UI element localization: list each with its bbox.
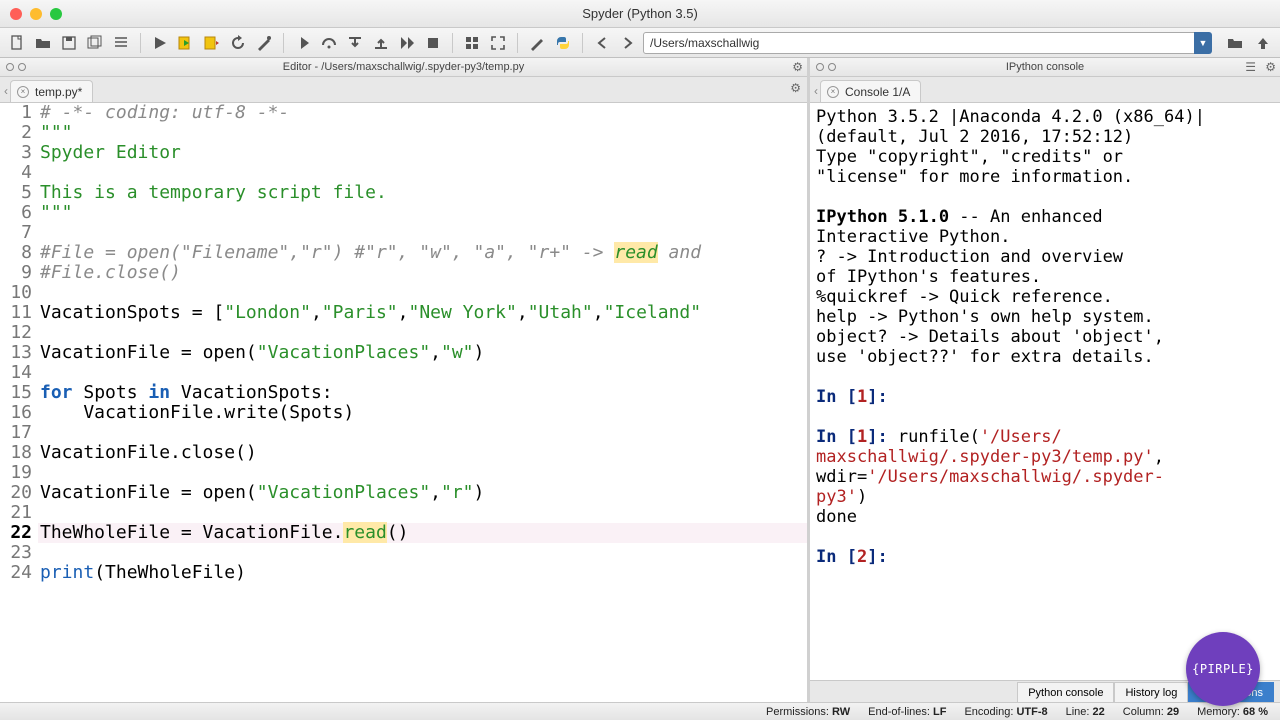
pane-float-icon[interactable]: [828, 63, 836, 71]
parent-dir-icon[interactable]: [1252, 32, 1274, 54]
tab-close-icon[interactable]: ×: [827, 86, 839, 98]
zoom-window-icon[interactable]: [50, 8, 62, 20]
pane-close-icon[interactable]: [816, 63, 824, 71]
minimize-window-icon[interactable]: [30, 8, 42, 20]
editor-tab[interactable]: × temp.py*: [10, 80, 93, 102]
grid-icon[interactable]: [461, 32, 483, 54]
status-memory: Memory: 68 %: [1197, 706, 1268, 718]
pirple-badge: {PIRPLE}: [1186, 632, 1260, 706]
pane-close-icon[interactable]: [6, 63, 14, 71]
editor-tabbar: ‹ × temp.py* ⚙: [0, 77, 807, 103]
console-tabbar: ‹ × Console 1/A: [810, 77, 1280, 103]
window-titlebar: Spyder (Python 3.5): [0, 0, 1280, 28]
console-panel: IPython console ☰ ⚙ ‹ × Console 1/A Pyth…: [810, 58, 1280, 702]
code-editor[interactable]: 123456789101112131415161718192021222324 …: [0, 103, 807, 702]
save-all-icon[interactable]: [84, 32, 106, 54]
step-out-icon[interactable]: [370, 32, 392, 54]
editor-tab-options-icon[interactable]: ⚙: [790, 81, 801, 95]
console-tab[interactable]: × Console 1/A: [820, 80, 921, 102]
save-icon[interactable]: [58, 32, 80, 54]
list-icon[interactable]: [110, 32, 132, 54]
tab-close-icon[interactable]: ×: [17, 86, 29, 98]
console-tab-list-icon[interactable]: ☰: [1245, 60, 1256, 74]
status-line: Line: 22: [1066, 706, 1105, 718]
rerun-icon[interactable]: [227, 32, 249, 54]
step-into-icon[interactable]: [344, 32, 366, 54]
preferences-icon[interactable]: [526, 32, 548, 54]
ipython-console[interactable]: Python 3.5.2 |Anaconda 4.2.0 (x86_64)|(d…: [810, 103, 1280, 680]
run-cell-advance-icon[interactable]: [201, 32, 223, 54]
back-icon[interactable]: [591, 32, 613, 54]
continue-icon[interactable]: [396, 32, 418, 54]
window-title: Spyder (Python 3.5): [0, 6, 1280, 21]
tab-label: temp.py*: [35, 85, 82, 99]
status-encoding: Encoding: UTF-8: [964, 706, 1047, 718]
tab-python-console[interactable]: Python console: [1017, 682, 1114, 702]
status-bar: Permissions: RW End-of-lines: LF Encodin…: [0, 702, 1280, 720]
console-pane-header: IPython console ☰ ⚙: [810, 58, 1280, 77]
close-window-icon[interactable]: [10, 8, 22, 20]
main-panels: Editor - /Users/maxschallwig/.spyder-py3…: [0, 58, 1280, 702]
maximize-pane-icon[interactable]: [487, 32, 509, 54]
debug-play-icon[interactable]: [292, 32, 314, 54]
pane-float-icon[interactable]: [18, 63, 26, 71]
browse-dir-icon[interactable]: [1224, 32, 1246, 54]
editor-options-icon[interactable]: ⚙: [792, 60, 803, 74]
editor-panel: Editor - /Users/maxschallwig/.spyder-py3…: [0, 58, 810, 702]
traffic-lights: [0, 8, 62, 20]
tab-history-log[interactable]: History log: [1114, 682, 1188, 702]
python-path-icon[interactable]: [552, 32, 574, 54]
open-file-icon[interactable]: [32, 32, 54, 54]
editor-pane-header: Editor - /Users/maxschallwig/.spyder-py3…: [0, 58, 807, 77]
run-icon[interactable]: [149, 32, 171, 54]
new-file-icon[interactable]: [6, 32, 28, 54]
forward-icon[interactable]: [617, 32, 639, 54]
status-permissions: Permissions: RW: [766, 706, 850, 718]
status-column: Column: 29: [1123, 706, 1179, 718]
working-directory-input[interactable]: [643, 32, 1208, 54]
editor-pane-title: Editor - /Users/maxschallwig/.spyder-py3…: [0, 61, 807, 73]
path-dropdown-icon[interactable]: ▼: [1194, 32, 1212, 54]
run-config-icon[interactable]: [253, 32, 275, 54]
main-toolbar: ▼: [0, 28, 1280, 58]
console-pane-title: IPython console: [810, 61, 1280, 73]
run-cell-icon[interactable]: [175, 32, 197, 54]
stop-debug-icon[interactable]: [422, 32, 444, 54]
step-over-icon[interactable]: [318, 32, 340, 54]
console-options-icon[interactable]: ⚙: [1265, 60, 1276, 74]
tab-label: Console 1/A: [845, 85, 910, 99]
status-eol: End-of-lines: LF: [868, 706, 946, 718]
